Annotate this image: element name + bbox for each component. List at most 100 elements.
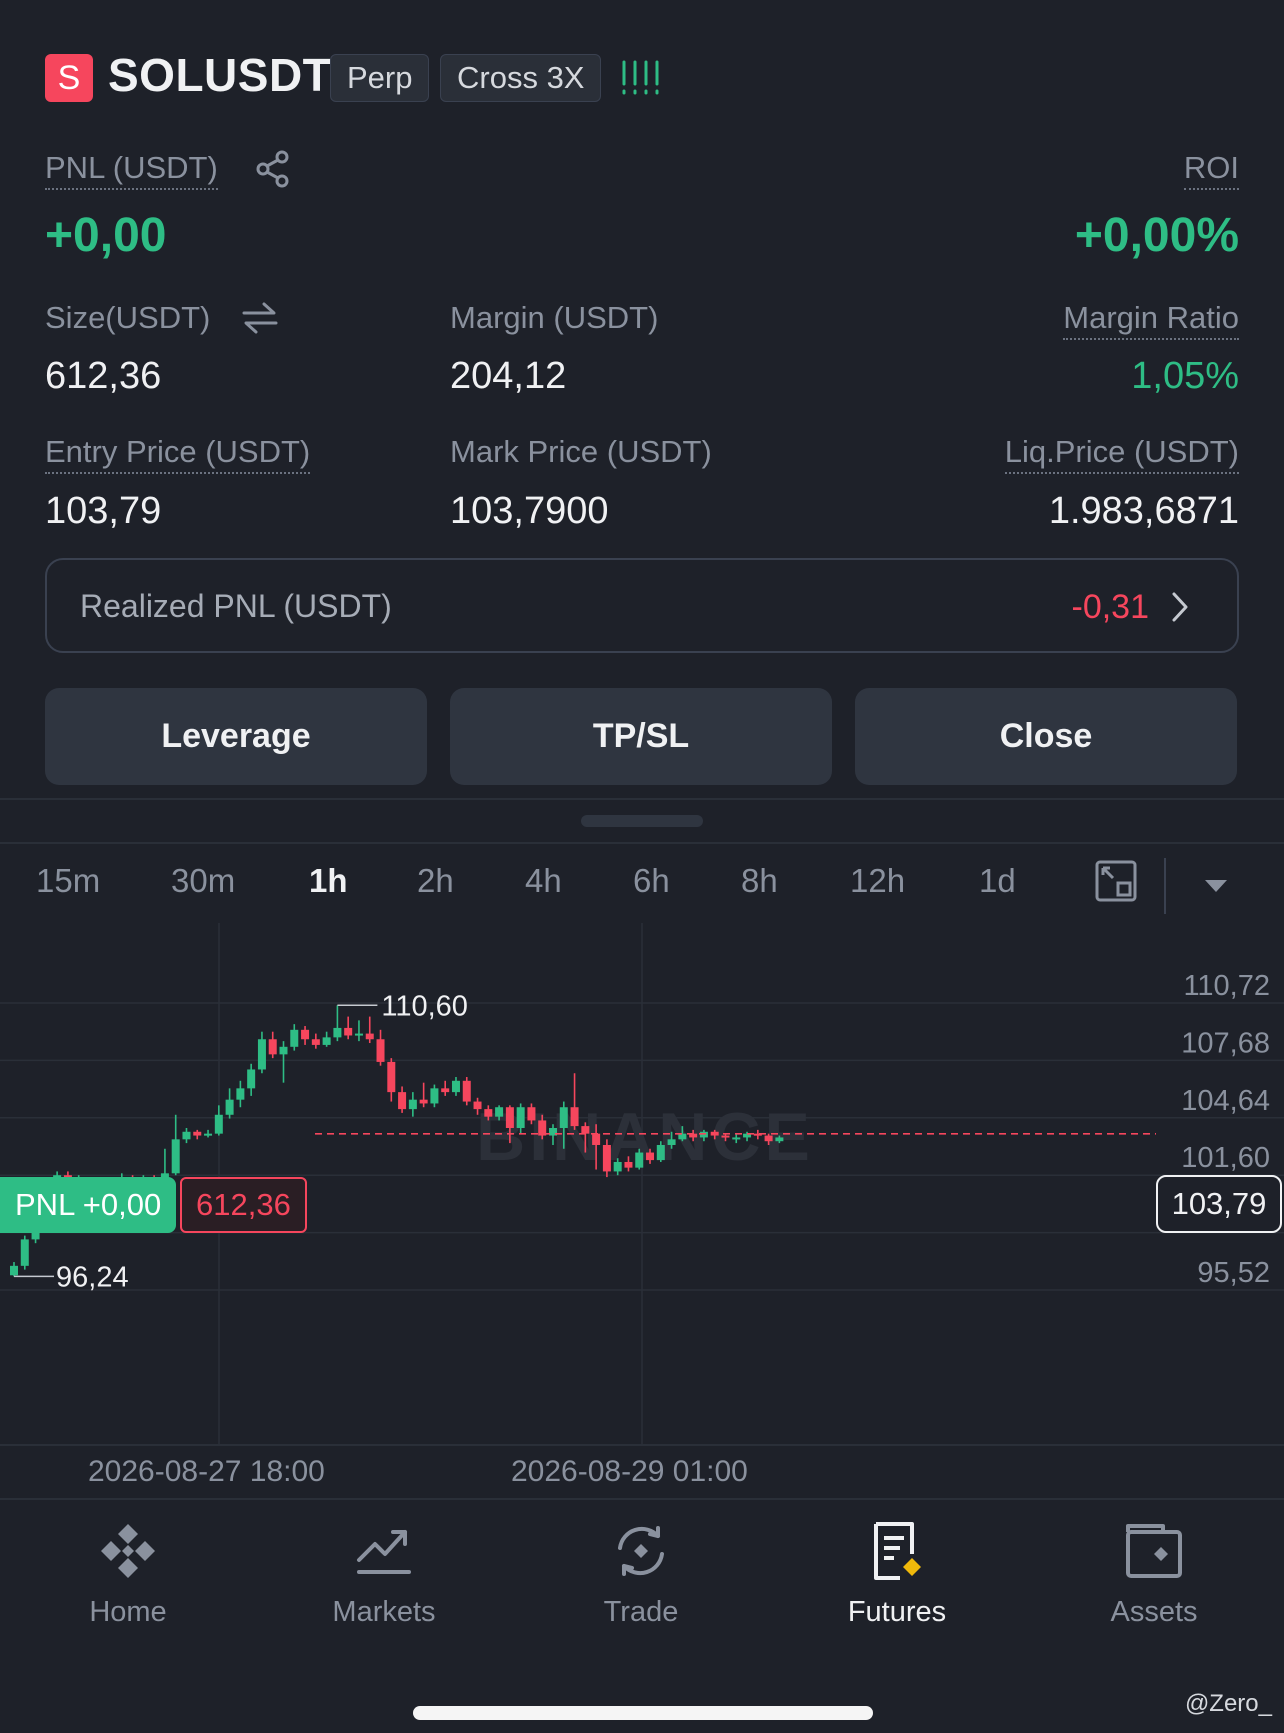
x-tick-label: 2026-08-27 18:00 [88, 1455, 325, 1488]
nav-futures-label: Futures [847, 1596, 947, 1628]
nav-trade-label: Trade [603, 1596, 679, 1628]
size-label: Size(USDT) [45, 300, 211, 335]
candle-body [10, 1265, 18, 1276]
candle-body [570, 1107, 579, 1127]
nav-assets[interactable]: Assets [1054, 1520, 1254, 1629]
markets-chart-icon [357, 1530, 411, 1574]
candle-body [322, 1037, 331, 1045]
home-indicator[interactable] [413, 1706, 873, 1720]
margin-ratio-value: 1,05% [1131, 355, 1239, 397]
candle-body [20, 1239, 29, 1266]
candle-body [430, 1088, 439, 1104]
candle-body [193, 1131, 202, 1136]
margin-label: Margin (USDT) [450, 300, 659, 335]
nav-futures[interactable]: Futures [797, 1520, 997, 1629]
liq-price-label[interactable]: Liq.Price (USDT) [1004, 434, 1239, 474]
futures-icon [874, 1522, 921, 1580]
caret-down-icon[interactable] [1203, 878, 1229, 894]
candle-body [775, 1137, 784, 1142]
candle-body [279, 1046, 288, 1055]
signal-bars-icon [622, 60, 659, 95]
nav-trade[interactable]: Trade [541, 1520, 741, 1629]
perp-tag: Perp [330, 54, 430, 102]
y-tick-label: 107,68 [1181, 1027, 1270, 1059]
candle-body [462, 1080, 471, 1102]
candle-body [398, 1092, 407, 1110]
realized-pnl-label: Realized PNL (USDT) [80, 588, 392, 624]
candle-body [516, 1107, 525, 1128]
entry-price-value: 103,79 [45, 490, 162, 532]
drag-handle[interactable] [581, 815, 703, 827]
candle-body [301, 1029, 310, 1040]
cross-leverage-tag[interactable]: Cross 3X [440, 54, 602, 102]
timeframe-12h[interactable]: 12h [850, 862, 905, 900]
timeframe-30m[interactable]: 30m [171, 862, 235, 900]
candle-body [354, 1033, 363, 1036]
y-tick-label: 101,60 [1181, 1142, 1270, 1174]
wallet-icon [1126, 1524, 1182, 1578]
candle-body [484, 1109, 493, 1117]
timeframe-1d[interactable]: 1d [979, 862, 1016, 900]
candle-body [667, 1139, 676, 1145]
divider [0, 798, 1284, 800]
liq-price-value: 1.983,6871 [1048, 490, 1239, 532]
share-icon[interactable] [255, 150, 291, 188]
leverage-button[interactable]: Leverage [45, 688, 427, 785]
low-price-label: 96,24 [56, 1261, 129, 1293]
binance-home-icon [101, 1524, 155, 1578]
y-tick-label: 110,72 [1183, 970, 1270, 1002]
fullscreen-icon[interactable] [1095, 860, 1137, 902]
pnl-label[interactable]: PNL (USDT) [45, 150, 218, 190]
entry-price-label[interactable]: Entry Price (USDT) [45, 434, 311, 474]
candle-body [311, 1039, 320, 1045]
timeframe-4h[interactable]: 4h [525, 862, 562, 900]
candle-body [182, 1131, 191, 1140]
candle-body [559, 1107, 568, 1128]
nav-home[interactable]: Home [28, 1520, 228, 1629]
candle-body [624, 1161, 633, 1168]
size-value: 612,36 [45, 355, 162, 397]
trade-icon [618, 1526, 664, 1576]
candle-body [613, 1161, 622, 1172]
pnl-position-tag[interactable]: PNL +0,00 [0, 1177, 177, 1233]
candle-body [495, 1107, 504, 1117]
y-tick-label: 95,52 [1197, 1257, 1270, 1289]
candle-body [732, 1137, 741, 1140]
nav-markets[interactable]: Markets [284, 1520, 484, 1629]
timeframe-8h[interactable]: 8h [741, 862, 778, 900]
candle-body [290, 1029, 299, 1047]
symbol-title[interactable]: SOLUSDT [108, 48, 331, 102]
candle-body [214, 1114, 223, 1134]
close-position-button[interactable]: Close [855, 688, 1237, 785]
timeframe-2h[interactable]: 2h [417, 862, 454, 900]
candle-body [527, 1107, 536, 1121]
y-tick-label: 104,64 [1181, 1085, 1270, 1117]
margin-value: 204,12 [450, 355, 567, 397]
timeframe-1h[interactable]: 1h [309, 862, 348, 900]
nav-assets-label: Assets [1110, 1596, 1198, 1628]
swap-arrows-icon[interactable] [240, 300, 280, 336]
roi-value: +0,00% [1074, 209, 1239, 262]
candle-body [635, 1152, 644, 1168]
candle-body [602, 1144, 611, 1172]
tpsl-button[interactable]: TP/SL [450, 688, 832, 785]
candle-body [721, 1135, 730, 1138]
candle-body [419, 1099, 428, 1104]
mark-price-value: 103,7900 [450, 490, 609, 532]
margin-ratio-label[interactable]: Margin Ratio [1063, 300, 1239, 340]
candle-body [365, 1033, 374, 1040]
candle-body [236, 1088, 245, 1100]
divider [0, 842, 1284, 844]
candle-body [257, 1039, 266, 1070]
candle-body [247, 1069, 256, 1089]
candle-body [764, 1135, 773, 1142]
realized-pnl-value: -0,31 [1071, 588, 1150, 626]
timeframe-15m[interactable]: 15m [36, 862, 100, 900]
roi-label[interactable]: ROI [1183, 150, 1239, 190]
timeframe-6h[interactable]: 6h [633, 862, 670, 900]
candle-body [204, 1133, 213, 1136]
chevron-right-icon[interactable] [1168, 590, 1192, 624]
candle-body [408, 1099, 417, 1110]
candle-body [344, 1027, 353, 1036]
position-size-tag[interactable]: 612,36 [180, 1177, 307, 1233]
